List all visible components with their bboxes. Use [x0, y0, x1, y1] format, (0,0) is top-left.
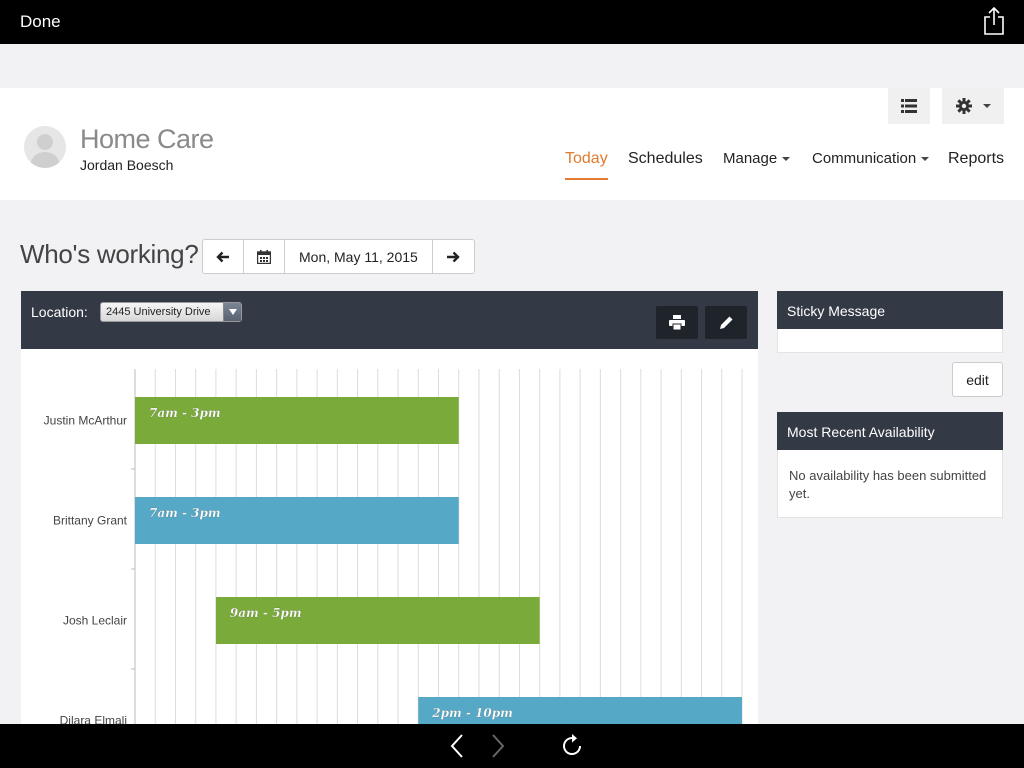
print-button[interactable] [656, 306, 698, 339]
chevron-down-icon [921, 157, 930, 162]
sticky-message-body [777, 329, 1003, 353]
nav-communication[interactable]: Communication [812, 150, 930, 167]
shift-label: 9am - 5pm [230, 606, 302, 620]
brand-title: Home Care [80, 124, 214, 154]
reload-icon[interactable] [560, 732, 586, 760]
location-select[interactable]: 2445 University Drive [100, 302, 242, 322]
list-icon [901, 99, 917, 113]
shift-label: 2pm - 10pm [431, 706, 513, 720]
nav-reports[interactable]: Reports [948, 150, 1004, 168]
chevron-down-icon [782, 157, 791, 162]
shift-chart: Justin McArthur 7am - 3pm Brittany Grant 7a… [44, 369, 743, 729]
share-icon[interactable] [982, 6, 1006, 36]
list-view-button[interactable] [888, 88, 930, 124]
shift-bar[interactable] [135, 497, 459, 544]
avatar [24, 126, 66, 168]
shift-bar[interactable] [135, 397, 459, 444]
location-label: Location: [31, 304, 88, 320]
employee-name: Josh Leclair [63, 614, 127, 628]
nav-communication-label: Communication [812, 150, 917, 167]
schedule-chart-area: Justin McArthur 7am - 3pm Brittany Grant 7a… [21, 349, 758, 729]
gear-icon [955, 98, 972, 114]
browser-top-bar: Done [0, 0, 1024, 44]
edit-schedule-button[interactable] [705, 306, 747, 339]
sticky-message-header: Sticky Message [777, 291, 1003, 329]
shift-bar[interactable] [215, 597, 540, 644]
availability-header: Most Recent Availability [777, 412, 1003, 450]
app-header: Home Care Jordan Boesch Today Schedules … [0, 88, 1024, 200]
nav-today[interactable]: Today [565, 150, 608, 168]
chevron-down-icon [229, 309, 237, 315]
edit-sticky-button[interactable]: edit [952, 362, 1003, 397]
nav-manage-label: Manage [723, 150, 778, 167]
arrow-left-icon [216, 251, 229, 262]
employee-name: Brittany Grant [53, 514, 128, 528]
active-tab-indicator [565, 178, 608, 180]
done-button[interactable]: Done [20, 12, 61, 32]
shift-label: 7am - 3pm [149, 506, 221, 520]
settings-button[interactable] [942, 88, 1004, 124]
user-name: Jordan Boesch [80, 157, 174, 173]
print-icon [669, 315, 685, 330]
pencil-icon [719, 316, 732, 329]
calendar-icon [257, 249, 271, 264]
next-day-button[interactable] [433, 240, 474, 273]
user-silhouette-icon [30, 134, 60, 168]
calendar-button[interactable] [244, 240, 285, 273]
schedule-toolbar: Location: 2445 University Drive [21, 291, 758, 349]
page-title: Who's working? [20, 239, 199, 269]
chevron-left-icon[interactable] [445, 732, 471, 760]
browser-bottom-bar [0, 724, 1024, 768]
current-date[interactable]: Mon, May 11, 2015 [285, 240, 433, 273]
location-value: 2445 University Drive [106, 306, 211, 318]
chevron-right-icon[interactable] [484, 732, 510, 760]
previous-day-button[interactable] [203, 240, 244, 273]
nav-schedules[interactable]: Schedules [628, 150, 703, 168]
arrow-right-icon [447, 251, 461, 262]
shift-label: 7am - 3pm [149, 406, 221, 420]
date-navigator: Mon, May 11, 2015 [202, 239, 475, 274]
chevron-down-icon [982, 104, 991, 108]
availability-body: No availability has been submitted yet. [777, 450, 1003, 518]
employee-name: Justin McArthur [44, 414, 127, 428]
select-arrow [223, 303, 241, 321]
nav-manage[interactable]: Manage [723, 150, 791, 167]
